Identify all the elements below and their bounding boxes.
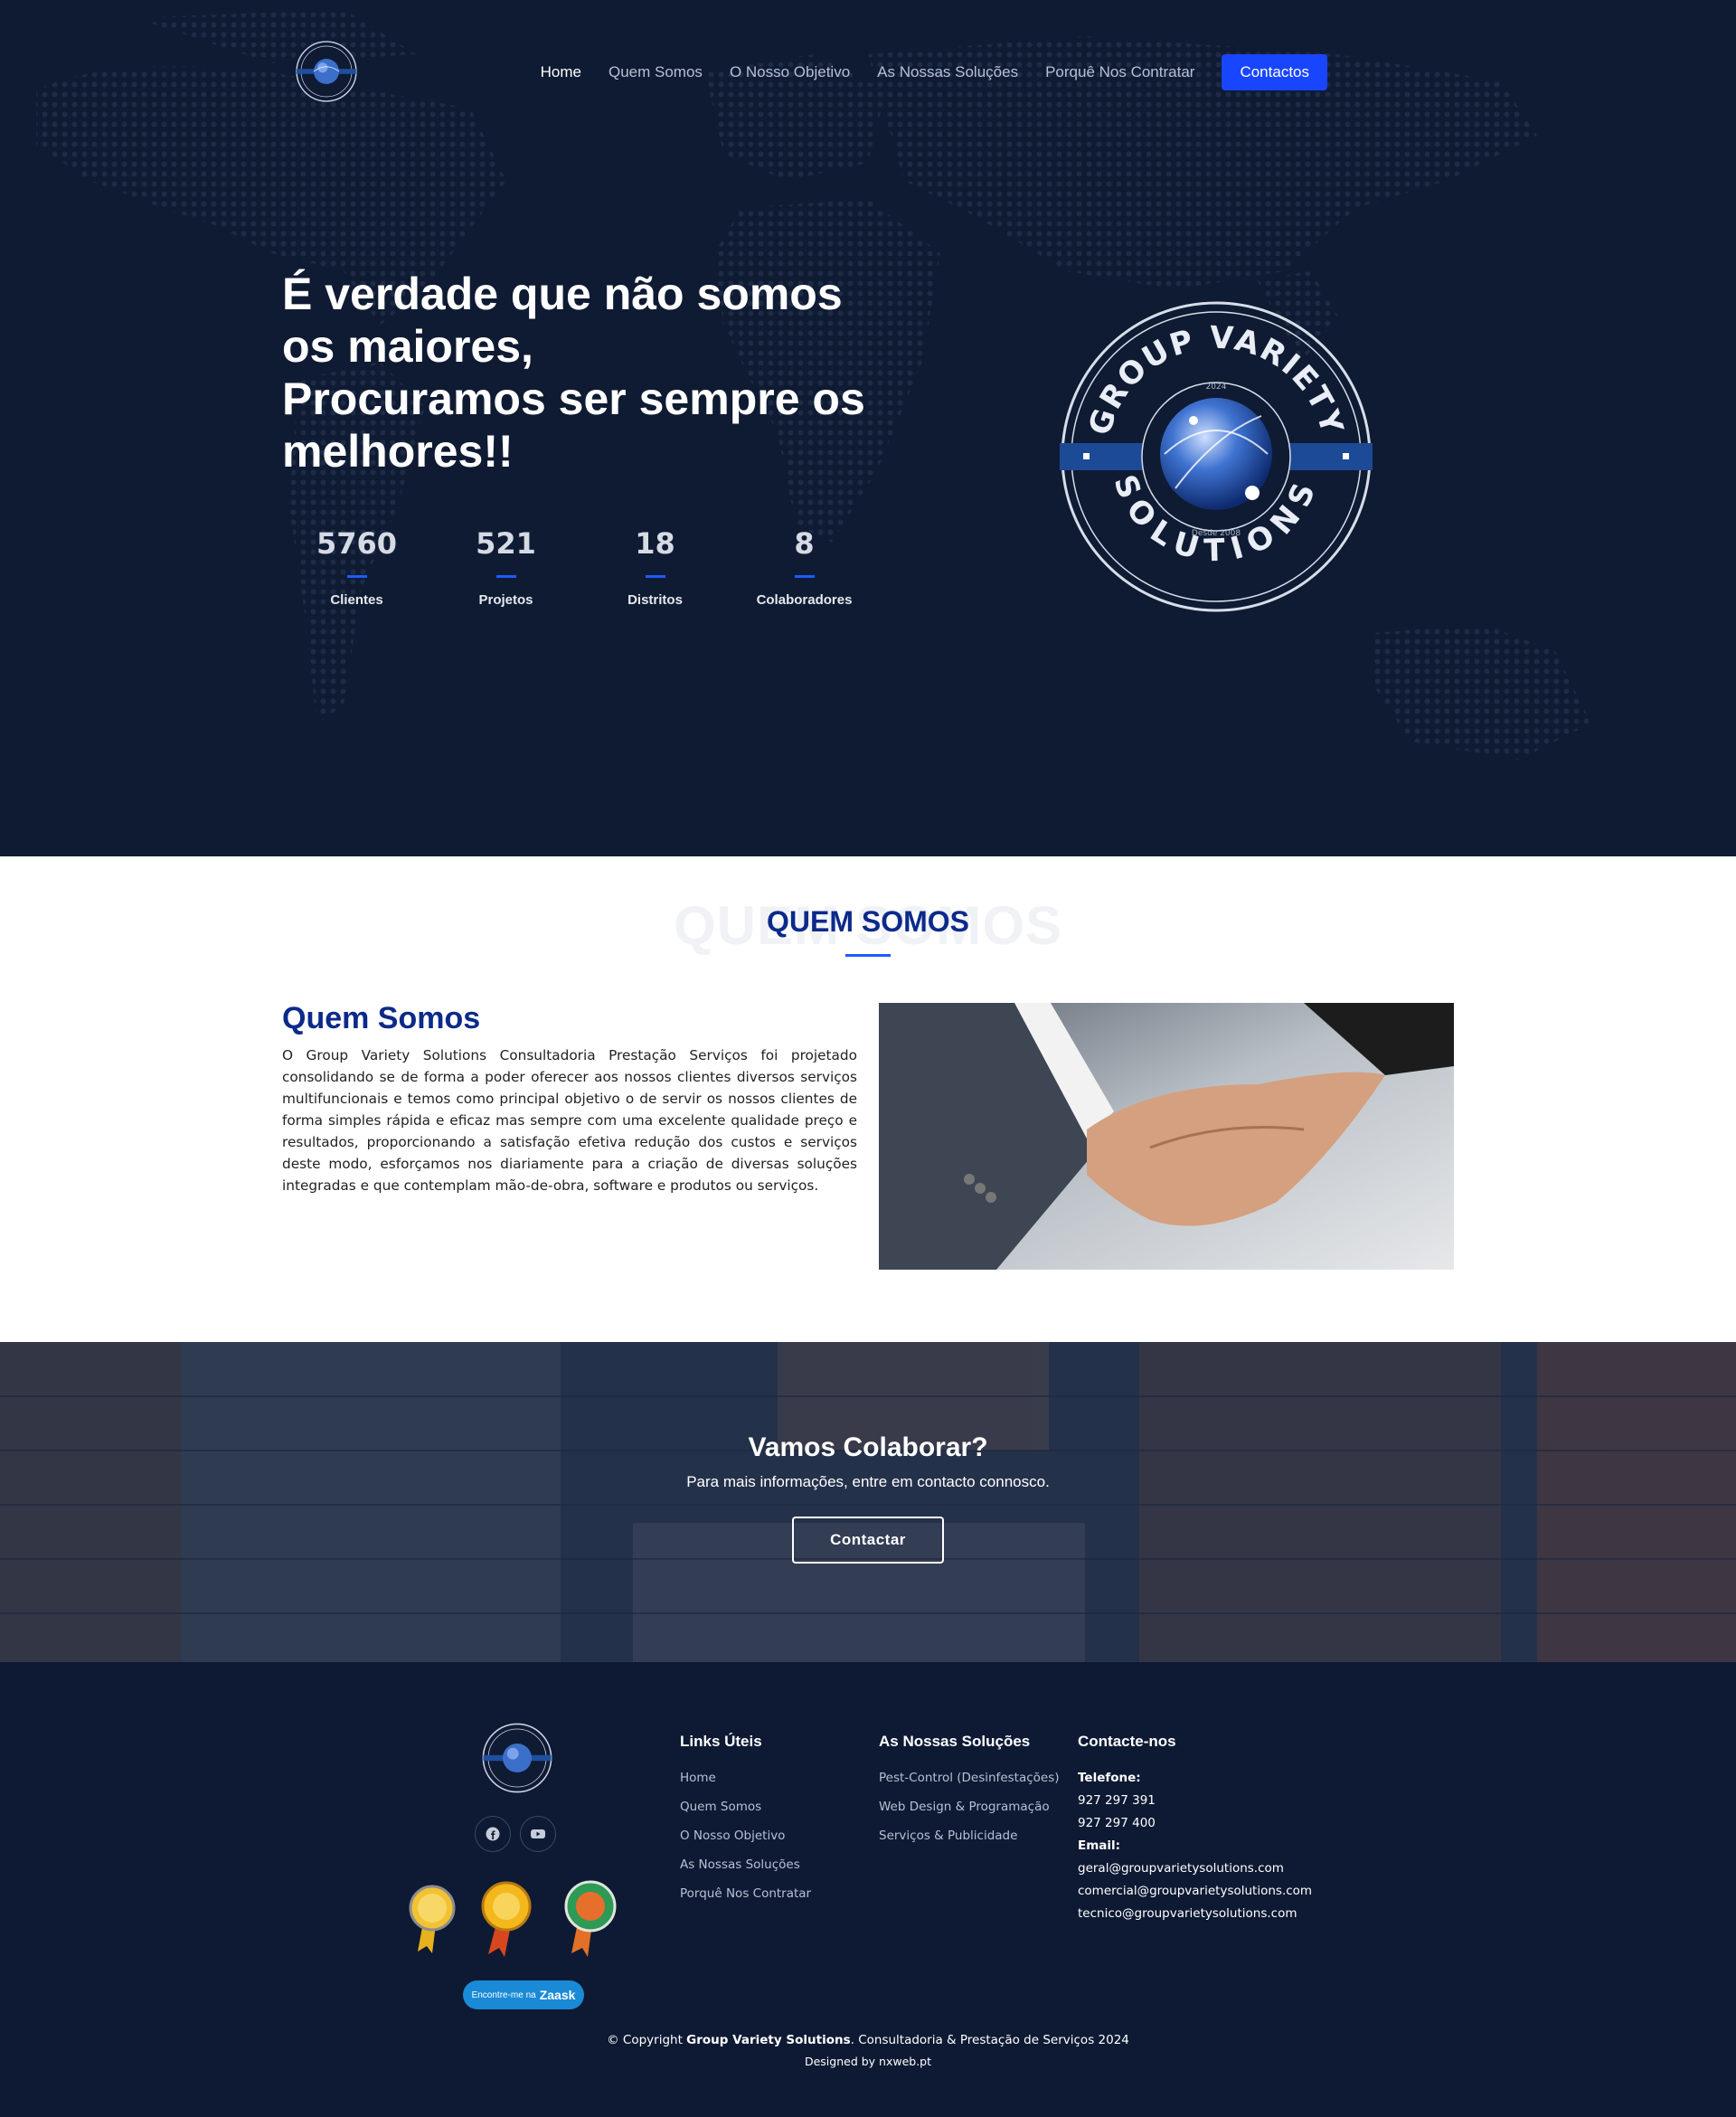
hero-title-line: os maiores,	[282, 321, 533, 372]
emblem-year: 2024	[1206, 383, 1227, 392]
main-menu: Home Quem Somos O Nosso Objetivo As Noss…	[541, 54, 1327, 90]
stat-label: Distritos	[627, 592, 683, 608]
contactar-button[interactable]: Contactar	[792, 1517, 944, 1564]
stat-value: 5760	[316, 526, 398, 561]
stat-projetos: 521 Projetos	[431, 526, 580, 608]
stats-row: 5760 Clientes 521 Projetos 18 Distritos …	[282, 526, 879, 608]
footer-links-title: Links Úteis	[680, 1733, 762, 1750]
copyright-brand: Group Variety Solutions	[686, 2033, 851, 2047]
emblem-since: Desde 2008	[1192, 529, 1241, 538]
stat-divider	[645, 575, 665, 578]
quality-badges	[409, 1880, 617, 1957]
zaask-brand: Zaask	[539, 1988, 576, 2002]
hero-section: Home Quem Somos O Nosso Objetivo As Noss…	[0, 0, 1736, 856]
facebook-icon	[486, 1827, 500, 1841]
stat-label: Colaboradores	[756, 592, 853, 608]
footer-solutions-title: As Nossas Soluções	[879, 1733, 1031, 1750]
footer: Encontre-me na Zaask Links Úteis Home Qu…	[0, 1662, 1736, 2117]
fixando-badge	[409, 1885, 456, 1953]
about-text: O Group Variety Solutions Consultadoria …	[282, 1047, 857, 1194]
stat-colaboradores: 8 Colaboradores	[730, 526, 879, 608]
youtube-icon	[531, 1829, 545, 1838]
containers-background	[0, 1342, 1736, 1662]
contactos-button[interactable]: Contactos	[1222, 54, 1327, 90]
nav-objetivo[interactable]: O Nosso Objetivo	[730, 63, 850, 81]
cta-subtitle: Para mais informações, entre em contacto…	[686, 1473, 1050, 1490]
quality-guarantee-badge	[564, 1880, 617, 1957]
footer-contact-column: Contacte-nos Telefone: 927 297 391 927 2…	[1078, 1733, 1312, 1929]
stat-divider	[346, 575, 367, 578]
email-address[interactable]: tecnico@groupvarietysolutions.com	[1078, 1906, 1312, 1921]
stat-value: 8	[794, 526, 815, 561]
section-title: QUEM SOMOS	[766, 905, 969, 938]
youtube-button[interactable]	[520, 1816, 556, 1852]
nav-porque[interactable]: Porquê Nos Contratar	[1045, 63, 1194, 81]
footer-link-home[interactable]: Home	[680, 1771, 811, 1785]
footer-logo-icon[interactable]	[481, 1722, 553, 1794]
footer-link-objetivo[interactable]: O Nosso Objetivo	[680, 1829, 811, 1843]
footer-solution-web-design[interactable]: Web Design & Programação	[879, 1800, 1060, 1814]
stat-value: 18	[635, 526, 675, 561]
stat-label: Projetos	[478, 592, 533, 608]
stat-divider	[794, 575, 815, 578]
logo-icon[interactable]	[295, 40, 358, 103]
zaask-button[interactable]: Encontre-me na Zaask	[463, 1980, 584, 2009]
footer-links-column: Links Úteis Home Quem Somos O Nosso Obje…	[680, 1733, 811, 1915]
section-divider	[845, 954, 891, 957]
about-section: QUEM SOMOS QUEM SOMOS Quem Somos O Group…	[0, 856, 1736, 1342]
stat-value: 521	[476, 526, 536, 561]
phone-number[interactable]: 927 297 391	[1078, 1793, 1312, 1808]
nav-quem-somos[interactable]: Quem Somos	[609, 63, 703, 81]
footer-contact-title: Contacte-nos	[1078, 1733, 1176, 1750]
email-address[interactable]: comercial@groupvarietysolutions.com	[1078, 1884, 1312, 1898]
copyright-prefix: © Copyright	[607, 2033, 687, 2047]
stat-clientes: 5760 Clientes	[282, 526, 431, 608]
about-heading: Quem Somos	[282, 1001, 481, 1035]
copyright: © Copyright Group Variety Solutions. Con…	[0, 2033, 1736, 2047]
phone-number[interactable]: 927 297 400	[1078, 1816, 1312, 1830]
stat-divider	[495, 575, 516, 578]
hero-title-line: melhores!!	[282, 426, 514, 477]
footer-link-solucoes[interactable]: As Nossas Soluções	[680, 1857, 811, 1872]
footer-link-quem-somos[interactable]: Quem Somos	[680, 1800, 811, 1814]
hero-title: É verdade que não somos os maiores, Proc…	[282, 268, 897, 477]
stat-label: Clientes	[330, 592, 383, 608]
hero-title-line: É verdade que não somos	[282, 269, 843, 319]
facebook-button[interactable]	[475, 1816, 511, 1852]
cta-title: Vamos Colaborar?	[748, 1432, 988, 1462]
zaask-prefix: Encontre-me na	[471, 1989, 536, 2000]
footer-solutions-column: As Nossas Soluções Pest-Control (Desinfe…	[879, 1733, 1060, 1857]
footer-solution-pest-control[interactable]: Pest-Control (Desinfestações)	[879, 1771, 1060, 1785]
email-address[interactable]: geral@groupvarietysolutions.com	[1078, 1861, 1312, 1876]
hero-title-line: Procuramos ser sempre os	[282, 373, 865, 424]
footer-link-porque[interactable]: Porquê Nos Contratar	[680, 1886, 811, 1901]
email-label: Email:	[1078, 1838, 1121, 1853]
footer-solution-servicos[interactable]: Serviços & Publicidade	[879, 1829, 1060, 1843]
handshake-image	[879, 1003, 1454, 1270]
nav-home[interactable]: Home	[541, 63, 581, 81]
designed-by[interactable]: Designed by nxweb.pt	[0, 2055, 1736, 2068]
phone-label: Telefone:	[1078, 1771, 1141, 1785]
cta-section: Vamos Colaborar? Para mais informações, …	[0, 1342, 1736, 1662]
company-emblem: GROUP VARIETY SOLUTIONS 2024 Desde 2008	[1060, 301, 1373, 612]
copyright-suffix: . Consultadoria & Prestação de Serviços …	[850, 2033, 1129, 2047]
satisfaction-badge	[481, 1881, 532, 1957]
top-nav: Home Quem Somos O Nosso Objetivo As Noss…	[0, 0, 1736, 145]
stat-distritos: 18 Distritos	[580, 526, 730, 608]
nav-solucoes[interactable]: As Nossas Soluções	[877, 63, 1018, 81]
